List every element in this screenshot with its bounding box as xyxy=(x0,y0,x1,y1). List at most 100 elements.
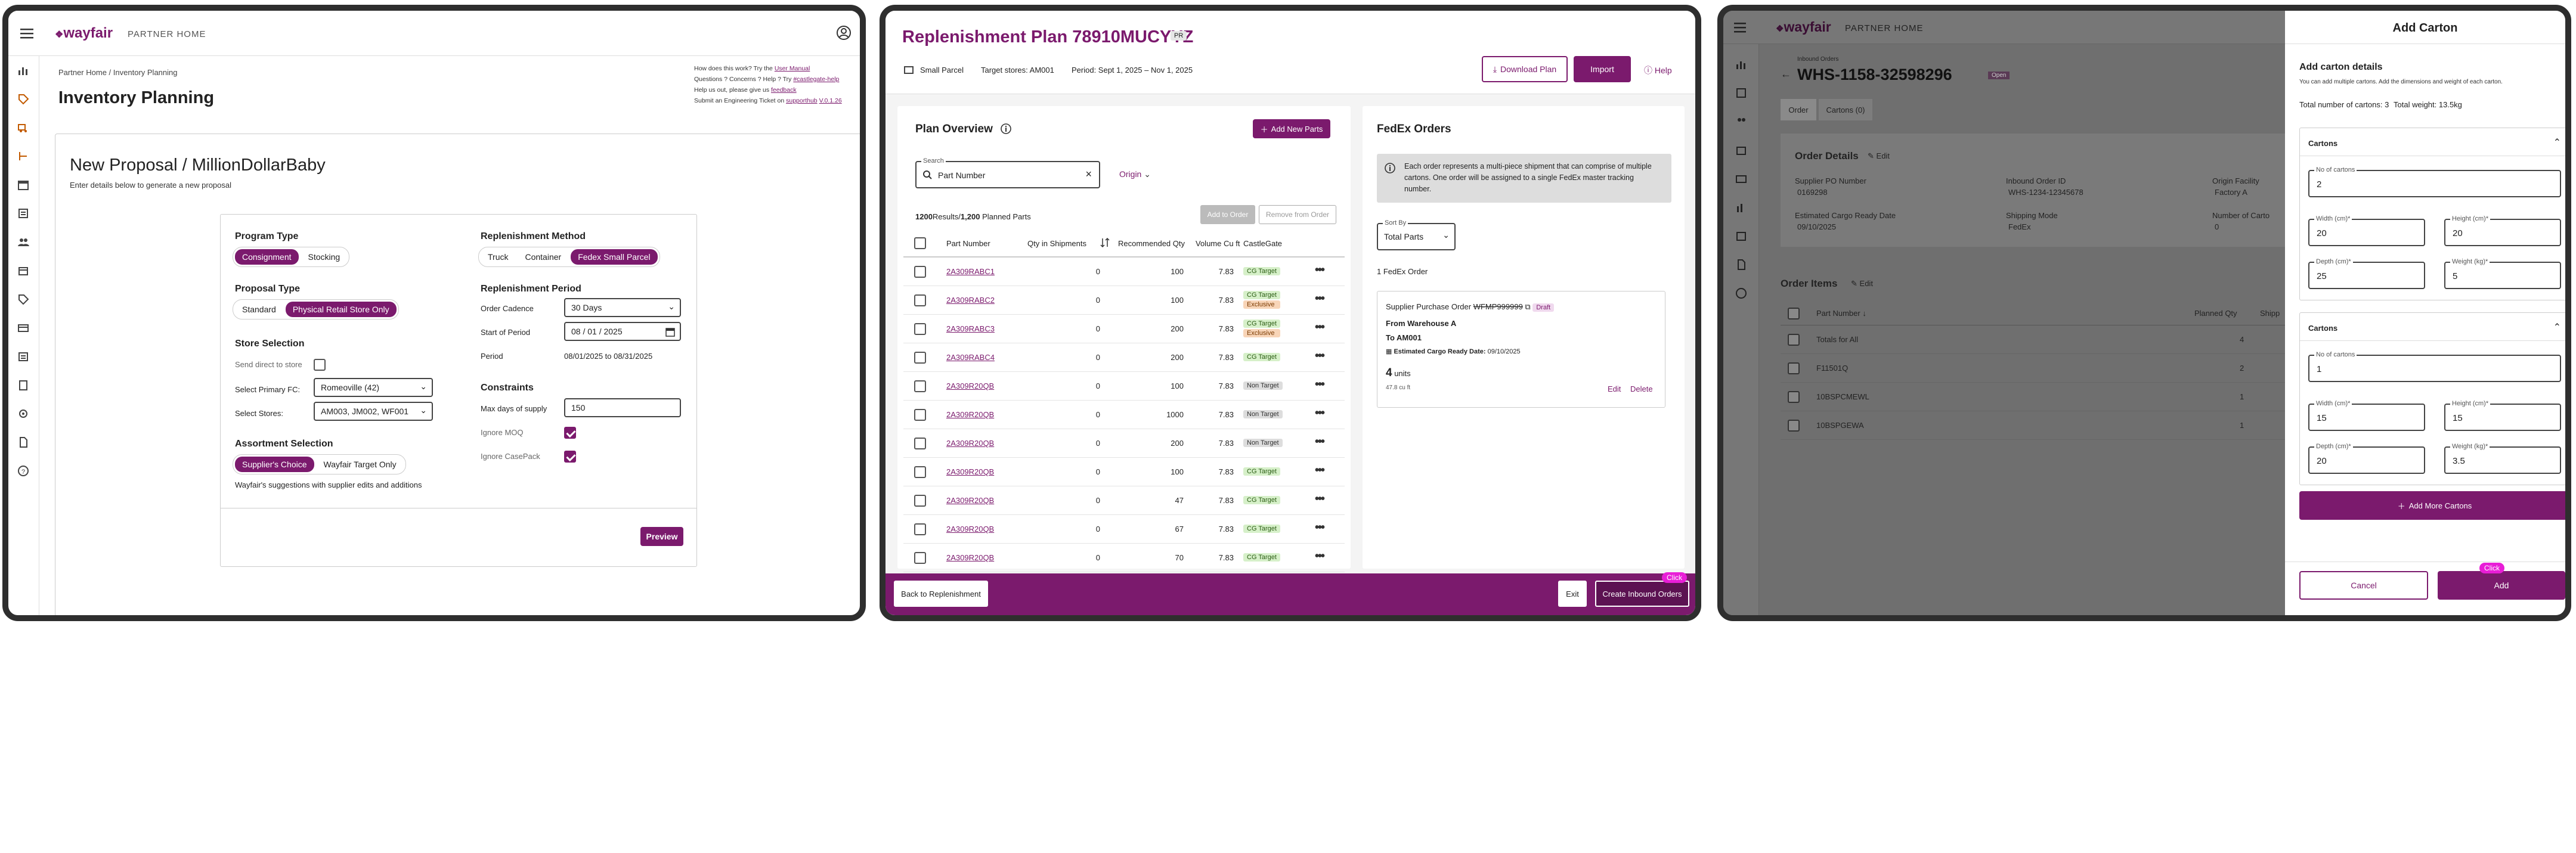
ignore-casepack-checkbox[interactable] xyxy=(564,451,576,463)
card-icon[interactable] xyxy=(1735,173,1747,188)
part-number-link[interactable]: 2A309R20QB xyxy=(946,467,994,476)
castlegate-help-link[interactable]: #castlegate-help xyxy=(793,76,839,83)
create-inbound-orders-button[interactable]: Create Inbound Orders xyxy=(1595,581,1689,607)
preview-button[interactable]: Preview xyxy=(640,527,683,546)
item-row[interactable]: 10BSPCMEWL 1 xyxy=(1781,383,2285,411)
add-more-cartons-button[interactable]: ＋ Add More Cartons xyxy=(2299,491,2565,520)
warehouse-icon[interactable] xyxy=(17,350,29,365)
col-qty-shipments[interactable]: Qty in Shipments xyxy=(1027,239,1086,248)
col-recommended-qty[interactable]: Recommended Qty xyxy=(1118,239,1185,248)
breadcrumb[interactable]: Inbound Orders xyxy=(1797,56,1839,63)
primary-fc-select[interactable]: Romeoville (42) ⌄ xyxy=(314,378,433,397)
account-icon[interactable] xyxy=(836,25,852,41)
row-checkbox[interactable] xyxy=(914,409,926,421)
more-options-icon[interactable]: ••• xyxy=(1315,263,1325,277)
copy-icon[interactable]: ⧉ xyxy=(1525,302,1530,311)
item-row[interactable]: 10BSPGEWA 1 xyxy=(1781,411,2285,440)
method-fedex-option[interactable]: Fedex Small Parcel xyxy=(571,249,658,265)
document-icon[interactable] xyxy=(1735,259,1747,274)
carton-width-input[interactable]: Width (cm)* 20 xyxy=(2308,215,2425,246)
truck-icon[interactable] xyxy=(17,122,29,137)
add-to-order-button[interactable]: Add to Order xyxy=(1200,205,1255,224)
assortment-suppliers-choice-option[interactable]: Supplier's Choice xyxy=(235,457,314,472)
part-number-link[interactable]: 2A309R20QB xyxy=(946,525,994,533)
table-row[interactable]: 2A309R20QB 0 100 7.83 Non Target ••• xyxy=(903,372,1345,401)
exit-button[interactable]: Exit xyxy=(1558,581,1587,607)
item-row[interactable]: Totals for All 4 xyxy=(1781,325,2285,354)
gear-icon[interactable] xyxy=(17,408,29,423)
select-all-checkbox[interactable] xyxy=(1788,308,1800,320)
col-castlegate[interactable]: CastleGate xyxy=(1243,239,1282,248)
card-icon[interactable] xyxy=(17,322,29,337)
method-truck-option[interactable]: Truck xyxy=(481,249,515,265)
start-period-date-input[interactable]: 08 / 01 / 2025 xyxy=(564,322,681,341)
sort-by-select[interactable]: Sort By Total Parts ⌄ xyxy=(1377,219,1456,250)
list-icon[interactable] xyxy=(1735,87,1747,102)
more-options-icon[interactable]: ••• xyxy=(1315,321,1325,334)
row-checkbox[interactable] xyxy=(1788,391,1800,403)
add-button[interactable]: Add xyxy=(2438,571,2565,600)
part-number-link[interactable]: 2A309R20QB xyxy=(946,410,994,419)
more-options-icon[interactable]: ••• xyxy=(1315,550,1325,563)
feedback-link[interactable]: feedback xyxy=(771,86,797,94)
part-number-link[interactable]: 2A309RABC4 xyxy=(946,353,995,362)
select-all-checkbox[interactable] xyxy=(914,237,926,249)
program-stocking-option[interactable]: Stocking xyxy=(301,249,348,265)
remove-from-order-button[interactable]: Remove from Order xyxy=(1259,205,1336,224)
table-row[interactable]: 2A309R20QB 0 67 7.83 CG Target ••• xyxy=(903,515,1345,544)
edit-details-link[interactable]: ✎ Edit xyxy=(1868,151,1890,161)
people-icon[interactable] xyxy=(1735,116,1747,131)
route-icon[interactable] xyxy=(17,150,29,165)
part-number-link[interactable]: 2A309RABC2 xyxy=(946,296,995,305)
breadcrumb-partner-home[interactable]: Partner Home xyxy=(58,68,107,77)
part-search-input[interactable]: Search Part Number × xyxy=(915,157,1100,188)
wayfair-logo[interactable]: ❖wayfair xyxy=(55,25,113,42)
version-link[interactable]: V.0.1.26 xyxy=(819,97,842,104)
carton-depth-input[interactable]: Depth (cm)* 20 xyxy=(2308,443,2425,474)
table-row[interactable]: 2A309R20QB 0 200 7.83 Non Target ••• xyxy=(903,429,1345,458)
chart-icon[interactable] xyxy=(1735,58,1747,73)
carton-width-input[interactable]: Width (cm)* 15 xyxy=(2308,400,2425,431)
table-row[interactable]: 2A309RABC4 0 200 7.83 CG Target ••• xyxy=(903,343,1345,372)
table-row[interactable]: 2A309RABC1 0 100 7.83 CG Target ••• xyxy=(903,258,1345,286)
user-manual-link[interactable]: User Manual xyxy=(775,65,810,72)
col-shipped[interactable]: Shipp xyxy=(2260,309,2280,318)
method-container-option[interactable]: Container xyxy=(518,249,568,265)
edit-order-link[interactable]: Edit xyxy=(1608,384,1621,393)
more-options-icon[interactable]: ••• xyxy=(1315,492,1325,506)
part-number-link[interactable]: 2A309RABC3 xyxy=(946,324,995,333)
cancel-button[interactable]: Cancel xyxy=(2299,571,2428,600)
carton-no-input[interactable]: No of cartons 2 xyxy=(2308,166,2561,197)
price-tag-icon[interactable] xyxy=(17,293,29,308)
clear-icon[interactable]: × xyxy=(1085,168,1092,181)
help-link[interactable]: ⓘ Help xyxy=(1644,64,1672,76)
table-row[interactable]: 2A309R20QB 0 47 7.83 CG Target ••• xyxy=(903,486,1345,515)
more-options-icon[interactable]: ••• xyxy=(1315,464,1325,477)
carton-height-input[interactable]: Height (cm)* 15 xyxy=(2444,400,2561,431)
chevron-up-icon[interactable]: ⌃ xyxy=(2553,321,2561,333)
carton-depth-input[interactable]: Depth (cm)* 25 xyxy=(2308,258,2425,289)
chart-icon[interactable] xyxy=(17,64,29,79)
add-new-parts-button[interactable]: ＋ Add New Parts xyxy=(1253,119,1330,138)
row-checkbox[interactable] xyxy=(914,466,926,478)
menu-icon[interactable] xyxy=(1734,21,1747,36)
box-icon[interactable] xyxy=(17,265,29,280)
calendar-icon[interactable] xyxy=(665,327,675,339)
import-button[interactable]: Import xyxy=(1574,56,1631,82)
col-volume[interactable]: Volume Cu ft xyxy=(1196,239,1240,248)
row-checkbox[interactable] xyxy=(1788,420,1800,432)
calendar-icon[interactable] xyxy=(17,179,29,194)
more-options-icon[interactable]: ••• xyxy=(1315,435,1325,449)
item-row[interactable]: F11501Q 2 xyxy=(1781,354,2285,383)
more-options-icon[interactable]: ••• xyxy=(1315,349,1325,363)
carton-weight-input[interactable]: Weight (kg)* 5 xyxy=(2444,258,2561,289)
list-icon[interactable] xyxy=(17,207,29,222)
info-icon[interactable] xyxy=(1000,123,1012,138)
tag-icon[interactable] xyxy=(17,93,29,108)
part-number-link[interactable]: 2A309R20QB xyxy=(946,439,994,448)
wayfair-logo[interactable]: ❖wayfair xyxy=(1776,19,1831,35)
order-cadence-select[interactable]: 30 Days ⌄ xyxy=(564,298,681,317)
more-options-icon[interactable]: ••• xyxy=(1315,407,1325,420)
row-checkbox[interactable] xyxy=(914,552,926,564)
back-button[interactable]: Back to Replenishment xyxy=(894,581,988,607)
